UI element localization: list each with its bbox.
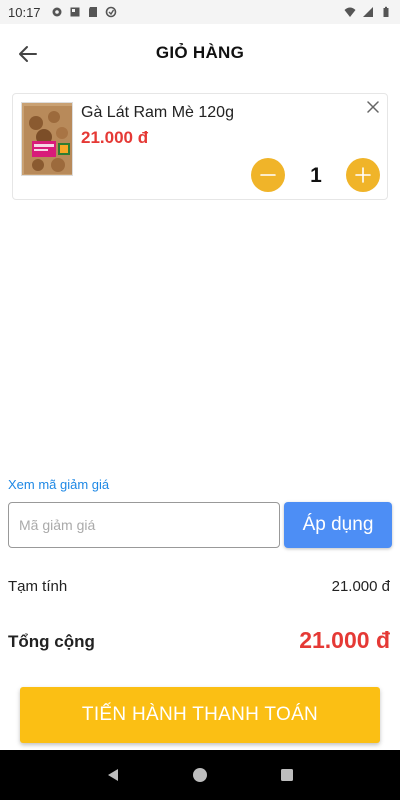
view-coupons-link[interactable]: Xem mã giảm giá <box>8 477 109 492</box>
increase-quantity-button[interactable] <box>346 158 380 192</box>
subtotal-value: 21.000 đ <box>331 578 390 595</box>
item-name[interactable]: Gà Lát Ram Mè 120g <box>81 104 234 122</box>
status-time: 10:17 <box>8 4 41 20</box>
battery-icon <box>383 6 389 17</box>
gear-icon <box>52 7 62 17</box>
item-price: 21.000 đ <box>81 128 149 147</box>
app-header: GIỎ HÀNG <box>0 24 400 82</box>
cart-item: Gà Lát Ram Mè 120g 21.000 đ 1 <box>12 93 388 200</box>
remove-item-button[interactable] <box>365 99 381 115</box>
sd-card-icon <box>88 7 97 17</box>
sync-icon <box>105 6 116 18</box>
nav-recent-icon <box>280 769 293 781</box>
quantity-value: 1 <box>310 164 322 187</box>
product-package-image <box>22 103 72 175</box>
minus-icon <box>260 174 276 176</box>
news-icon <box>70 7 80 17</box>
status-bar: 10:17 <box>0 0 400 24</box>
coupon-code-input[interactable] <box>8 502 280 548</box>
page-title: GIỎ HÀNG <box>155 43 245 62</box>
nav-back-icon <box>108 769 119 781</box>
nav-recent-button[interactable] <box>277 765 297 785</box>
subtotal-label: Tạm tính <box>8 578 68 595</box>
checkout-button[interactable]: TIẾN HÀNH THANH TOÁN <box>20 687 380 743</box>
status-icons-left <box>51 6 117 18</box>
close-icon <box>367 101 379 113</box>
nav-home-icon <box>192 768 207 782</box>
decrease-quantity-button[interactable] <box>251 158 285 192</box>
system-nav-bar <box>0 750 400 800</box>
signal-icon <box>363 7 373 17</box>
cart-screen: 10:17 GIỎ HÀNG Gà Lát Ram Mè 120g 21.000… <box>0 0 400 800</box>
status-icons-right <box>344 6 392 18</box>
total-value: 21.000 đ <box>299 627 390 653</box>
back-button[interactable] <box>14 40 42 68</box>
total-label: Tổng cộng <box>8 632 95 651</box>
nav-home-button[interactable] <box>190 765 210 785</box>
nav-back-button[interactable] <box>103 765 123 785</box>
plus-icon <box>355 167 371 183</box>
arrow-left-icon <box>19 46 37 62</box>
wifi-icon <box>344 7 356 17</box>
product-image[interactable] <box>21 102 73 176</box>
apply-coupon-button[interactable]: Áp dụng <box>284 502 392 548</box>
